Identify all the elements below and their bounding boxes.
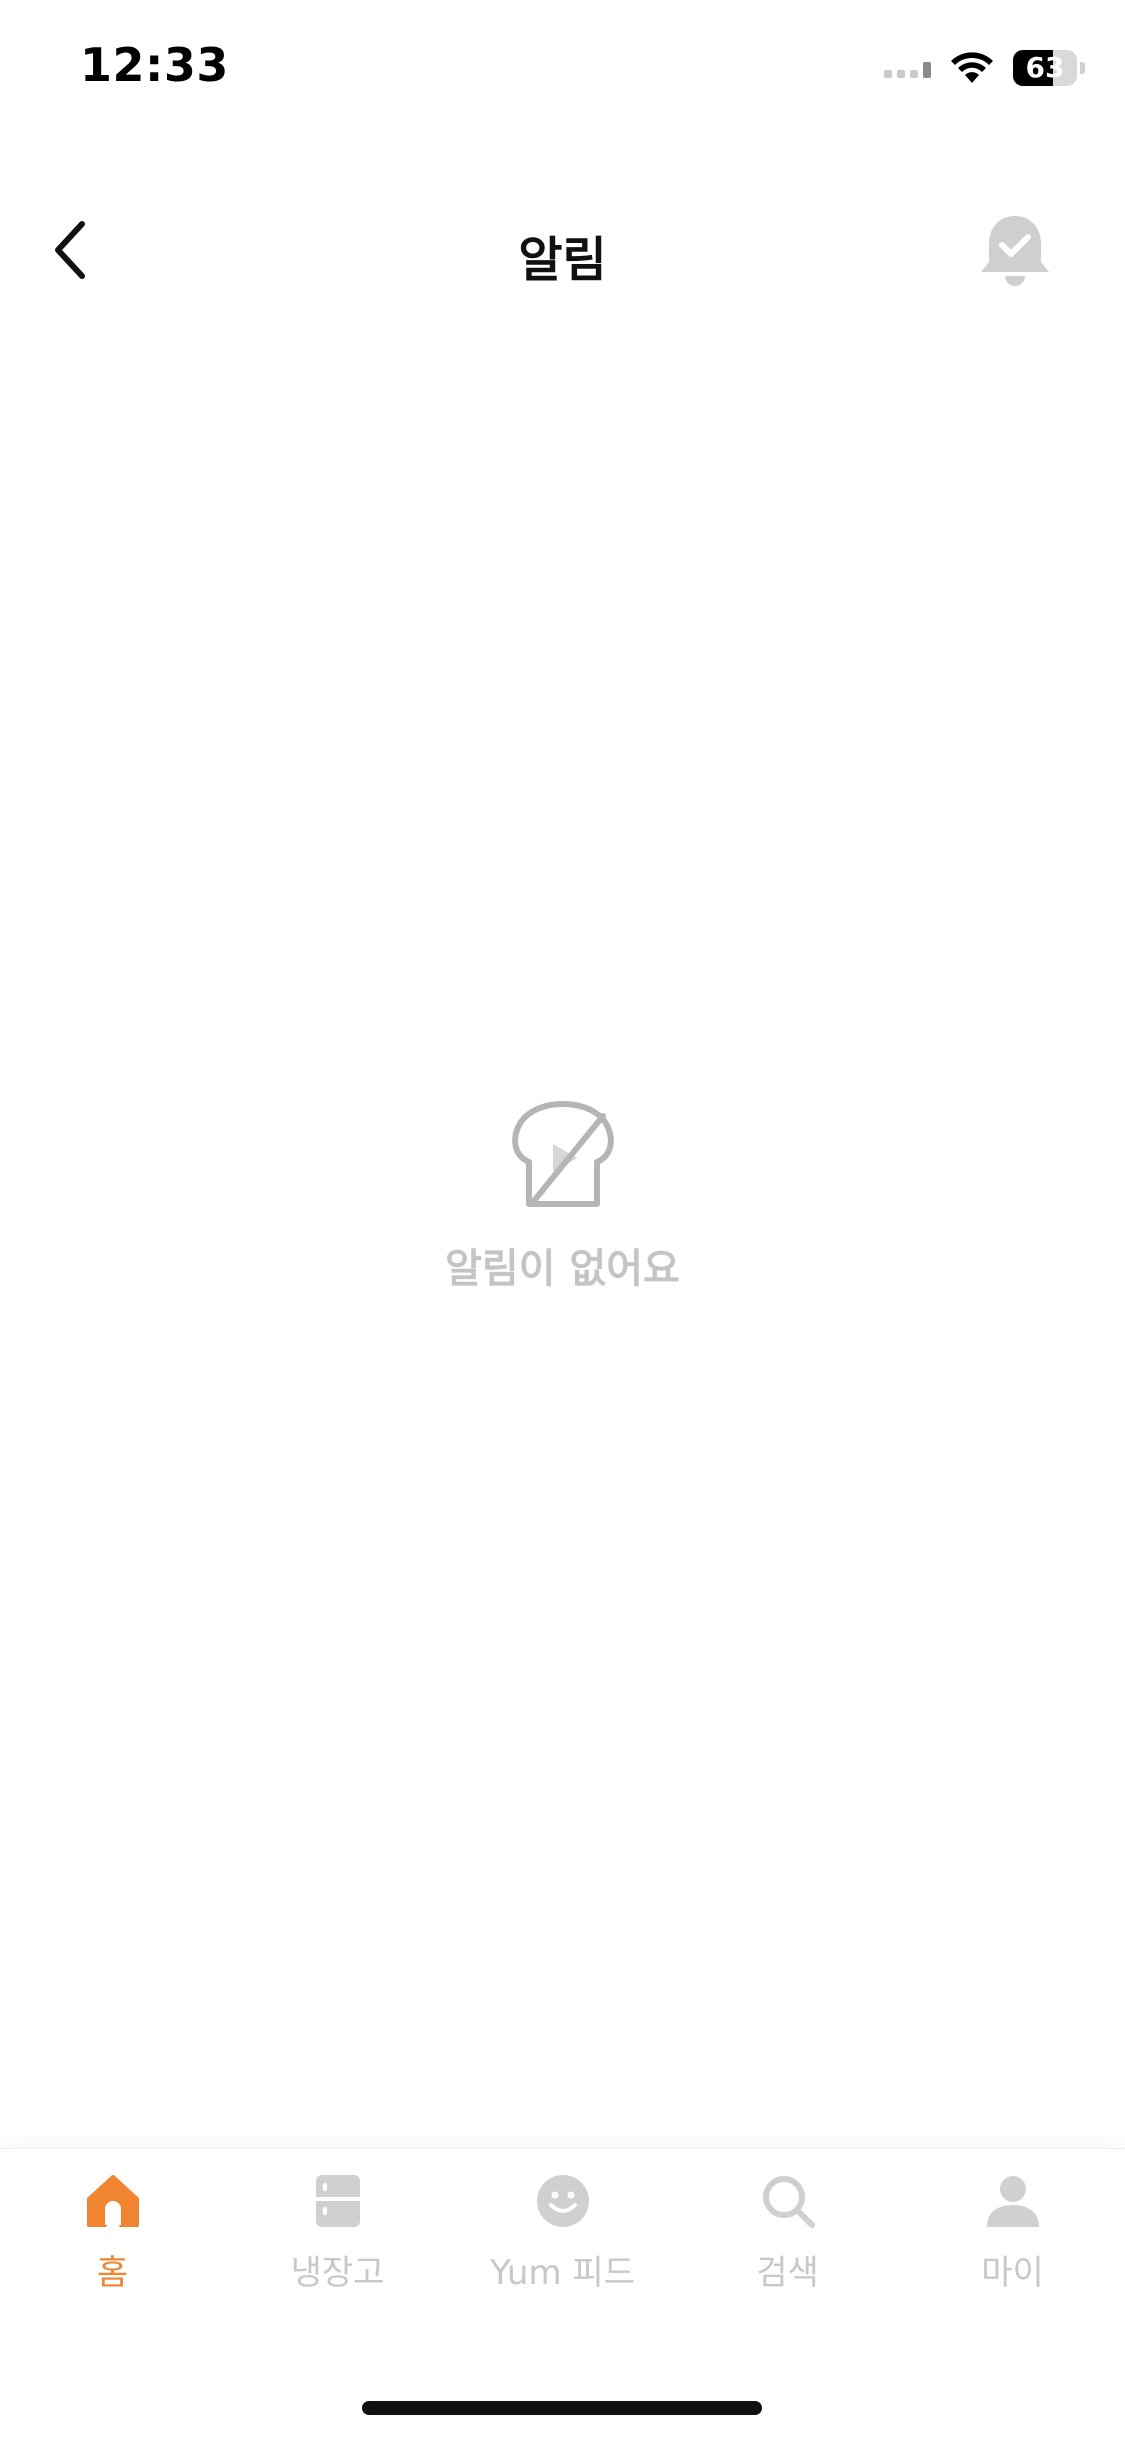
smile-chat-icon [536,2175,589,2227]
tab-label: Yum 피드 [490,2253,635,2293]
bread-slash-icon [511,1101,614,1207]
status-time: 12:33 [80,38,229,92]
tab-my[interactable]: 마이 [900,2149,1125,2319]
tab-label: 냉장고 [290,2253,385,2293]
tab-label: 검색 [756,2253,819,2293]
tab-fridge[interactable]: 냉장고 [225,2149,450,2319]
page-title: 알림 [518,232,607,288]
bell-check-icon [981,216,1049,286]
home-icon [86,2175,139,2227]
mark-all-read-button[interactable] [975,210,1055,290]
tab-label: 마이 [981,2253,1044,2293]
tab-yum-feed[interactable]: Yum 피드 [450,2149,675,2319]
home-indicator [362,2401,762,2415]
empty-message: 알림이 없어요 [445,1246,680,1292]
user-icon [986,2176,1039,2227]
status-icons: 63 [884,48,1085,88]
wifi-icon [951,52,993,83]
battery-level: 63 [1025,51,1065,84]
header: 알림 [0,190,1125,310]
empty-state: 알림이 없어요 [0,1100,1125,1294]
tab-bar: 홈 냉장고 Yum 피드 검색 마이 [0,2148,1125,2437]
tab-home[interactable]: 홈 [0,2149,225,2319]
tab-search[interactable]: 검색 [675,2149,900,2319]
fridge-icon [315,2175,360,2227]
search-icon [762,2176,815,2228]
cellular-signal-icon [884,58,931,78]
battery-icon: 63 [1013,50,1085,86]
status-bar: 12:33 63 [0,0,1125,140]
tab-label: 홈 [96,2253,129,2293]
